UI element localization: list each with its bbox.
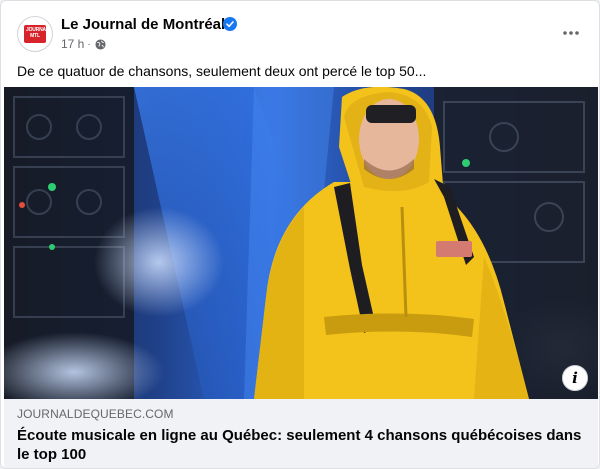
post-header: JOURNAL MTL Le Journal de Montréal 17 h · (17, 15, 583, 59)
page-avatar[interactable]: JOURNAL MTL (17, 16, 53, 52)
post-caption: De ce quatuor de chansons, seulement deu… (17, 63, 427, 79)
page-name[interactable]: Le Journal de Montréal (61, 16, 225, 33)
more-options-icon (563, 31, 579, 35)
journal-logo-icon: JOURNAL MTL (24, 25, 49, 43)
info-icon: i (572, 369, 578, 387)
link-preview[interactable]: JOURNALDEQUEBEC.COM Écoute musicale en l… (4, 399, 598, 468)
logo-text: JOURNAL MTL (26, 27, 49, 39)
link-domain: JOURNALDEQUEBEC.COM (17, 407, 174, 421)
more-options-button[interactable] (559, 23, 583, 43)
globe-icon[interactable] (95, 38, 106, 50)
post-image[interactable]: i (4, 87, 598, 399)
facebook-post: JOURNAL MTL Le Journal de Montréal 17 h ·… (0, 0, 600, 469)
verified-badge-icon (223, 17, 237, 31)
post-meta: 17 h · (61, 37, 106, 51)
performer-photo (4, 87, 598, 399)
meta-separator: · (87, 38, 91, 50)
info-button[interactable]: i (562, 365, 588, 391)
link-headline[interactable]: Écoute musicale en ligne au Québec: seul… (17, 426, 585, 464)
post-timestamp[interactable]: 17 h (61, 37, 84, 51)
